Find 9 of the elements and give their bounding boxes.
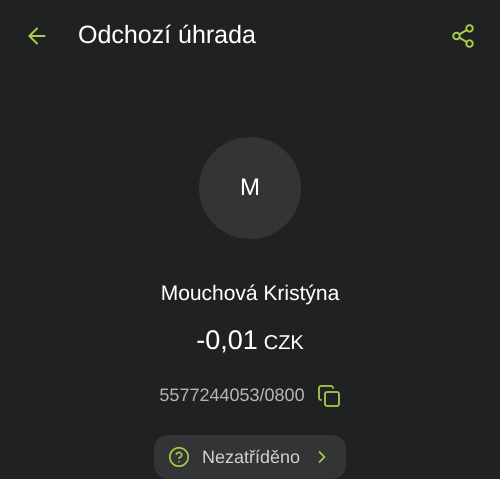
avatar: M: [199, 137, 301, 239]
question-icon: [168, 446, 190, 468]
counterparty-name: Mouchová Kristýna: [160, 281, 340, 307]
category-chip[interactable]: Nezatříděno: [154, 435, 346, 479]
amount-currency: CZK: [264, 330, 304, 356]
account-number: 5577244053/0800: [159, 384, 305, 407]
page-title: Odchozí úhrada: [78, 20, 257, 51]
amount-value: -0,01: [196, 324, 258, 356]
copy-button[interactable]: [316, 384, 341, 408]
